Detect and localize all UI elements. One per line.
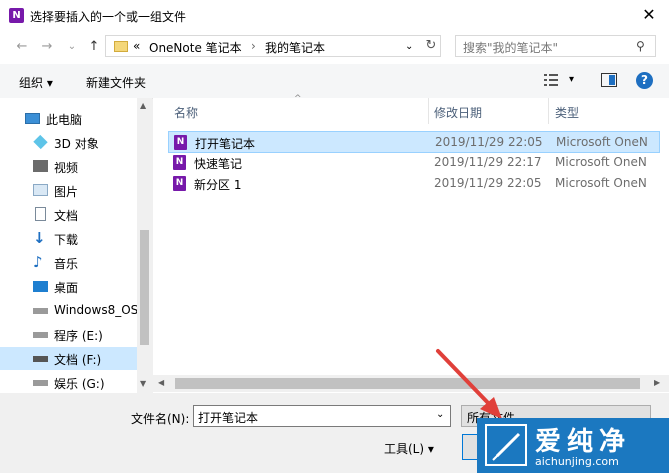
horizontal-scroll-thumb[interactable] xyxy=(175,378,640,389)
sidebar-item-label: 娱乐 (G:) xyxy=(54,377,105,391)
watermark-title: 爱纯净 xyxy=(535,427,632,457)
refresh-icon[interactable]: ↻ xyxy=(423,38,439,54)
file-name: 快速笔记 xyxy=(194,157,243,171)
scroll-right-icon[interactable]: ▶ xyxy=(654,378,660,387)
picture-icon xyxy=(33,184,48,196)
sidebar-item-label: 桌面 xyxy=(54,281,79,295)
watermark-logo-icon xyxy=(485,424,527,466)
file-name: 新分区 1 xyxy=(194,178,242,192)
column-divider[interactable] xyxy=(428,98,429,124)
sidebar-scroll-thumb[interactable] xyxy=(140,230,149,345)
sidebar-item-music[interactable]: ♪ 音乐 xyxy=(0,251,137,274)
drive-icon xyxy=(33,308,48,314)
sidebar-item-label: 文档 xyxy=(54,209,79,223)
sidebar-item-label: 程序 (E:) xyxy=(54,329,103,343)
file-type: Microsoft OneN xyxy=(555,176,647,190)
address-dropdown-icon[interactable]: ⌄ xyxy=(405,41,413,52)
drive-icon xyxy=(33,380,48,386)
sidebar-item-label: 音乐 xyxy=(54,257,79,271)
breadcrumb-my-notebook[interactable]: 我的笔记本 xyxy=(265,39,325,56)
sidebar-item-label: 文档 (F:) xyxy=(54,353,102,367)
sidebar-item-label: 下载 xyxy=(54,233,79,247)
onenote-app-icon: N xyxy=(9,8,24,23)
column-divider[interactable] xyxy=(548,98,549,124)
filename-value[interactable]: 打开笔记本 xyxy=(198,409,258,426)
onenote-file-icon: N xyxy=(173,176,186,191)
sidebar-item-this-pc[interactable]: 此电脑 xyxy=(0,107,137,130)
table-row[interactable]: N 打开笔记本 2019/11/29 22:05 Microsoft OneN xyxy=(168,131,660,153)
column-header-type[interactable]: 类型 xyxy=(555,104,579,121)
new-folder-button[interactable]: 新建文件夹 xyxy=(86,74,146,91)
table-row[interactable]: N 快速笔记 2019/11/29 22:17 Microsoft OneN xyxy=(168,152,660,174)
file-date: 2019/11/29 22:05 xyxy=(434,176,542,190)
breadcrumb-separator[interactable]: › xyxy=(251,39,256,53)
drive-icon xyxy=(33,332,48,338)
onenote-file-icon: N xyxy=(173,155,186,170)
sidebar-item-pictures[interactable]: 图片 xyxy=(0,179,137,202)
view-options-icon[interactable] xyxy=(544,73,558,87)
forward-arrow-icon[interactable]: → xyxy=(37,38,57,56)
organize-button[interactable]: 组织 ▾ xyxy=(19,74,53,91)
sidebar-item-drive-g[interactable]: 娱乐 (G:) xyxy=(0,371,137,392)
sidebar-item-windows8-os[interactable]: Windows8_OS xyxy=(0,299,139,322)
scroll-up-icon[interactable]: ▲ xyxy=(140,101,146,110)
close-icon[interactable]: ✕ xyxy=(635,4,663,26)
file-type: Microsoft OneN xyxy=(556,135,648,149)
scroll-left-icon[interactable]: ◀ xyxy=(158,378,164,387)
watermark-url: aichunjing.com xyxy=(535,455,619,468)
sidebar-item-label: Windows8_OS xyxy=(54,303,139,317)
scroll-down-icon[interactable]: ▼ xyxy=(140,379,146,388)
sidebar-item-videos[interactable]: 视频 xyxy=(0,155,137,178)
file-date: 2019/11/29 22:05 xyxy=(435,135,543,149)
sidebar-item-3d-objects[interactable]: 3D 对象 xyxy=(0,131,137,154)
file-type: Microsoft OneN xyxy=(555,155,647,169)
drive-icon xyxy=(33,356,48,362)
filename-label: 文件名(N): xyxy=(131,412,190,426)
sort-ascending-icon: ^ xyxy=(294,94,302,104)
window-title: 选择要插入的一个或一组文件 xyxy=(30,10,187,24)
red-arrow-annotation xyxy=(436,349,502,419)
file-date: 2019/11/29 22:17 xyxy=(434,155,542,169)
column-header-date[interactable]: 修改日期 xyxy=(434,104,482,121)
sidebar-item-desktop[interactable]: 桌面 xyxy=(0,275,137,298)
back-arrow-icon[interactable]: ← xyxy=(12,38,32,56)
video-icon xyxy=(33,160,48,172)
recent-locations-icon[interactable]: ⌄ xyxy=(62,38,82,56)
table-row[interactable]: N 新分区 1 2019/11/29 22:05 Microsoft OneN xyxy=(168,173,660,195)
up-arrow-icon[interactable]: ↑ xyxy=(84,38,104,56)
sidebar-item-label: 图片 xyxy=(54,185,79,199)
file-name: 打开笔记本 xyxy=(195,137,256,151)
breadcrumb-prefix[interactable]: « xyxy=(133,39,140,53)
sidebar-item-label: 3D 对象 xyxy=(54,137,99,151)
column-header-name[interactable]: 名称 xyxy=(174,104,198,121)
search-icon[interactable]: ⚲ xyxy=(636,39,645,53)
preview-pane-icon[interactable] xyxy=(601,73,617,87)
download-icon: ↓ xyxy=(33,229,46,247)
folder-icon xyxy=(114,41,128,52)
help-icon[interactable]: ? xyxy=(636,72,653,89)
breadcrumb-onenote[interactable]: OneNote 笔记本 xyxy=(149,39,242,56)
onenote-file-icon: N xyxy=(174,135,187,150)
sidebar-item-label: 视频 xyxy=(54,161,79,175)
computer-icon xyxy=(25,113,40,124)
tools-button[interactable]: 工具(L) ▾ xyxy=(384,440,434,457)
sidebar-item-label: 此电脑 xyxy=(46,113,83,127)
view-dropdown-icon[interactable]: ▾ xyxy=(569,74,574,85)
sidebar-item-drive-e[interactable]: 程序 (E:) xyxy=(0,323,137,346)
document-icon xyxy=(35,207,46,221)
sidebar-item-drive-f[interactable]: 文档 (F:) xyxy=(0,347,137,370)
cube-icon xyxy=(33,134,48,150)
sidebar-item-documents[interactable]: 文档 xyxy=(0,203,137,226)
desktop-icon xyxy=(33,281,48,292)
sidebar-item-downloads[interactable]: ↓ 下载 xyxy=(0,227,137,250)
search-placeholder: 搜索"我的笔记本" xyxy=(463,41,559,55)
music-icon: ♪ xyxy=(33,253,43,271)
